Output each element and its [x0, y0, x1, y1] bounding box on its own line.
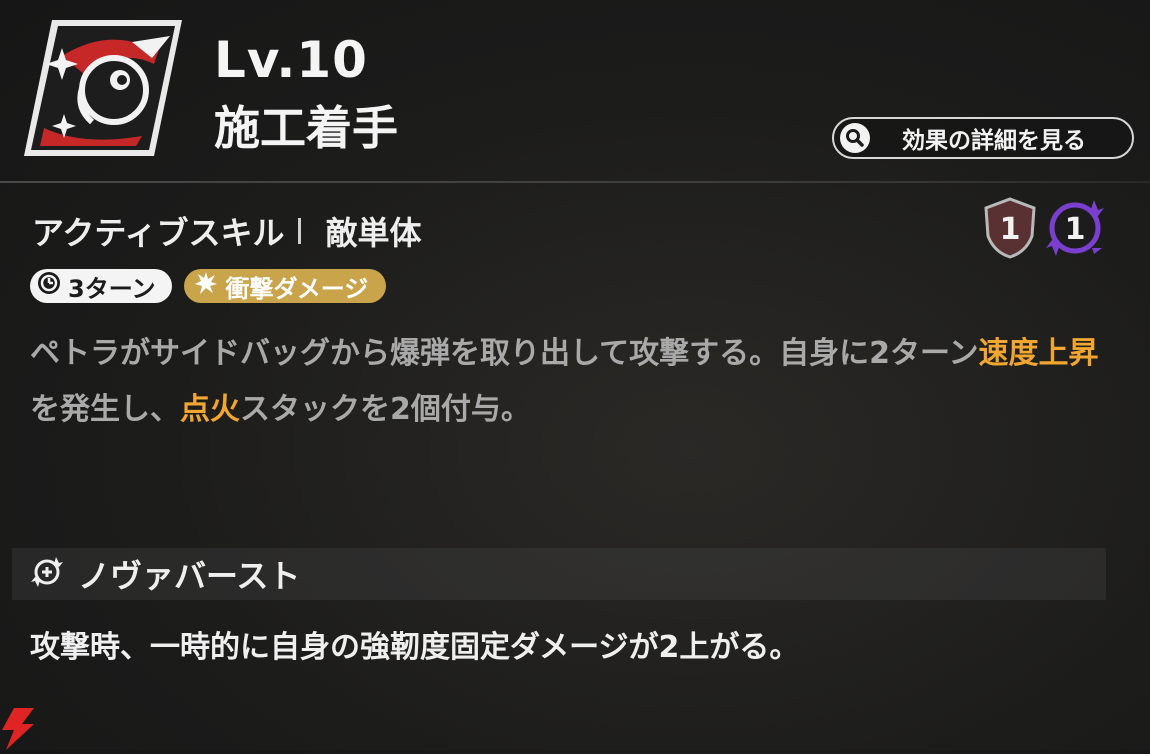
skill-description: ペトラがサイドバッグから爆弾を取り出して攻撃する。自身に2ターン速度上昇を発生し…: [30, 326, 1110, 438]
separator: [298, 218, 302, 244]
clock-icon: [36, 270, 62, 302]
impact-icon: [194, 271, 218, 301]
nova-burst-description: 攻撃時、一時的に自身の強靭度固定ダメージが2上がる。: [30, 630, 800, 665]
cooldown-label: 3ターン: [68, 274, 156, 303]
skill-title: 施工着手: [214, 101, 398, 155]
nova-burst-icon: [30, 555, 64, 593]
lightning-icon: [0, 708, 40, 754]
nova-badge-icon[interactable]: 1: [1044, 196, 1106, 264]
skill-level: Lv.10: [214, 31, 368, 89]
damage-type-tag: 衝撃ダメージ: [183, 269, 387, 303]
damage-type-label: 衝撃ダメージ: [225, 274, 369, 303]
skill-tags: 3ターン 衝撃ダメージ: [30, 269, 387, 303]
view-details-button[interactable]: 効果の詳細を見る: [832, 117, 1134, 159]
skill-type-label: アクティブスキル: [32, 214, 285, 252]
skill-type-row: アクティブスキル 敵単体: [32, 208, 422, 254]
view-details-label: 効果の詳細を見る: [902, 128, 1086, 154]
nova-burst-header: ノヴァバースト: [12, 548, 1106, 600]
shield-badge-icon[interactable]: 1: [982, 196, 1038, 264]
nova-burst-title: ノヴァバースト: [78, 557, 301, 595]
skill-badges: 1 1: [982, 196, 1106, 264]
shield-badge-value: 1: [1000, 212, 1021, 247]
desc-text-2: を発生し、: [30, 392, 180, 427]
skill-target-label: 敵単体: [325, 214, 422, 252]
ignite-keyword[interactable]: 点火: [180, 392, 240, 427]
desc-text-3: スタックを2個付与。: [240, 392, 531, 427]
cooldown-tag: 3ターン: [30, 269, 172, 303]
skill-icon: [22, 18, 184, 158]
speed-up-keyword[interactable]: 速度上昇: [978, 336, 1098, 371]
desc-text-1: ペトラがサイドバッグから爆弾を取り出して攻撃する。自身に2ターン: [30, 336, 979, 371]
search-icon: [840, 123, 870, 153]
header-divider: [0, 181, 1150, 183]
nova-badge-value: 1: [1065, 212, 1086, 247]
